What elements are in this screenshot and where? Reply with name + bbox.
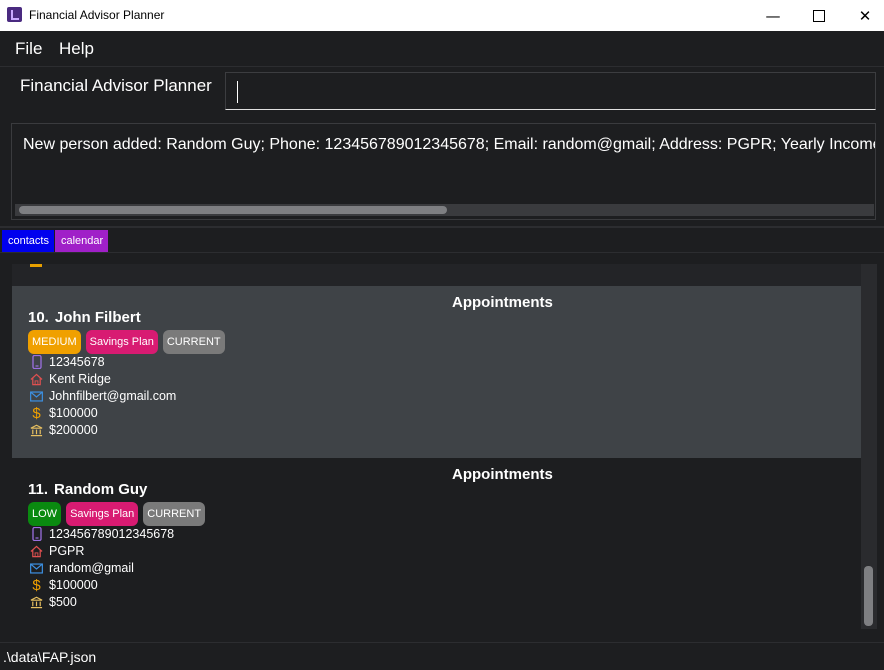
close-button[interactable]: ✕ <box>842 0 884 31</box>
previous-card-savings-icon <box>30 264 42 267</box>
email-value: Johnfilbert@gmail.com <box>49 389 177 403</box>
income-value: $100000 <box>49 578 98 592</box>
dollar-icon: $ <box>32 576 41 594</box>
app-icon <box>7 7 22 22</box>
title-bar: Financial Advisor Planner — ✕ <box>0 0 884 31</box>
risk-tag: MEDIUM <box>28 330 81 354</box>
status-tag: CURRENT <box>143 502 206 526</box>
address-field: PGPR <box>30 543 84 559</box>
status-bar: .\data\FAP.json <box>0 642 884 670</box>
phone-field: 123456789012345678 <box>30 526 174 542</box>
risk-tag: LOW <box>28 502 62 526</box>
home-icon <box>30 372 43 386</box>
bank-icon <box>30 423 43 437</box>
text-caret <box>237 81 238 103</box>
savings-value: $200000 <box>49 423 98 437</box>
email-field: random@gmail <box>30 560 134 576</box>
phone-icon <box>30 355 43 369</box>
mail-icon <box>30 389 43 403</box>
tag-list: LOW Savings Plan CURRENT <box>28 502 206 526</box>
dollar-icon: $ <box>32 404 41 422</box>
person-card[interactable]: Appointments 10. John Filbert MEDIUM Savi… <box>12 286 861 458</box>
address-value: PGPR <box>49 544 85 558</box>
person-index: 10. <box>28 309 49 326</box>
result-text: New person added: Random Guy; Phone: 123… <box>23 136 876 153</box>
phone-icon <box>30 527 43 541</box>
home-icon <box>30 544 43 558</box>
list-vertical-scrollbar[interactable] <box>861 264 877 629</box>
minimize-icon: — <box>765 6 781 25</box>
mail-icon <box>30 561 43 575</box>
status-tag: CURRENT <box>162 330 225 354</box>
phone-value: 123456789012345678 <box>49 527 175 541</box>
close-icon: ✕ <box>858 6 872 25</box>
plan-tag: Savings Plan <box>85 330 158 354</box>
savings-value: $500 <box>49 595 77 609</box>
window-title: Financial Advisor Planner <box>29 8 165 22</box>
maximize-button[interactable] <box>796 0 842 31</box>
person-name-text: John Filbert <box>54 309 141 326</box>
appointments-heading: Appointments <box>452 466 553 483</box>
command-input[interactable] <box>225 72 876 110</box>
maximize-icon <box>813 9 825 22</box>
income-value: $100000 <box>49 406 98 420</box>
tab-calendar[interactable]: calendar <box>55 230 108 252</box>
income-field: $ $100000 <box>30 576 98 594</box>
appointments-heading: Appointments <box>452 294 553 311</box>
section-divider <box>0 226 884 228</box>
result-scroll-thumb[interactable] <box>19 206 447 214</box>
result-display[interactable]: New person added: Random Guy; Phone: 123… <box>11 123 876 220</box>
address-field: Kent Ridge <box>30 371 111 387</box>
phone-value: 12345678 <box>49 355 105 369</box>
result-horizontal-scrollbar[interactable] <box>15 204 874 216</box>
savings-field: $500 <box>30 594 77 610</box>
person-name: 10. John Filbert <box>28 309 141 326</box>
menu-file[interactable]: File <box>15 39 42 59</box>
menu-bar: File Help <box>0 31 884 67</box>
plan-tag: Savings Plan <box>66 502 139 526</box>
address-value: Kent Ridge <box>49 372 111 386</box>
bank-icon <box>30 595 43 609</box>
email-field: Johnfilbert@gmail.com <box>30 388 176 404</box>
phone-field: 12345678 <box>30 354 105 370</box>
minimize-button[interactable]: — <box>750 0 796 31</box>
savings-field: $200000 <box>30 422 98 438</box>
menu-help[interactable]: Help <box>59 39 94 59</box>
person-name: 11. Random Guy <box>28 481 147 498</box>
person-index: 11. <box>28 481 49 498</box>
person-name-text: Random Guy <box>54 481 148 498</box>
data-file-path: .\data\FAP.json <box>3 649 97 665</box>
list-scroll-thumb[interactable] <box>864 566 873 626</box>
app-name-label: Financial Advisor Planner <box>20 76 212 95</box>
tag-list: MEDIUM Savings Plan CURRENT <box>28 330 225 354</box>
tab-contacts[interactable]: contacts <box>2 230 54 252</box>
income-field: $ $100000 <box>30 404 98 422</box>
email-value: random@gmail <box>49 561 134 575</box>
list-item-previous[interactable] <box>12 264 861 286</box>
person-card[interactable]: Appointments 11. Random Guy LOW Savings P… <box>12 458 861 630</box>
